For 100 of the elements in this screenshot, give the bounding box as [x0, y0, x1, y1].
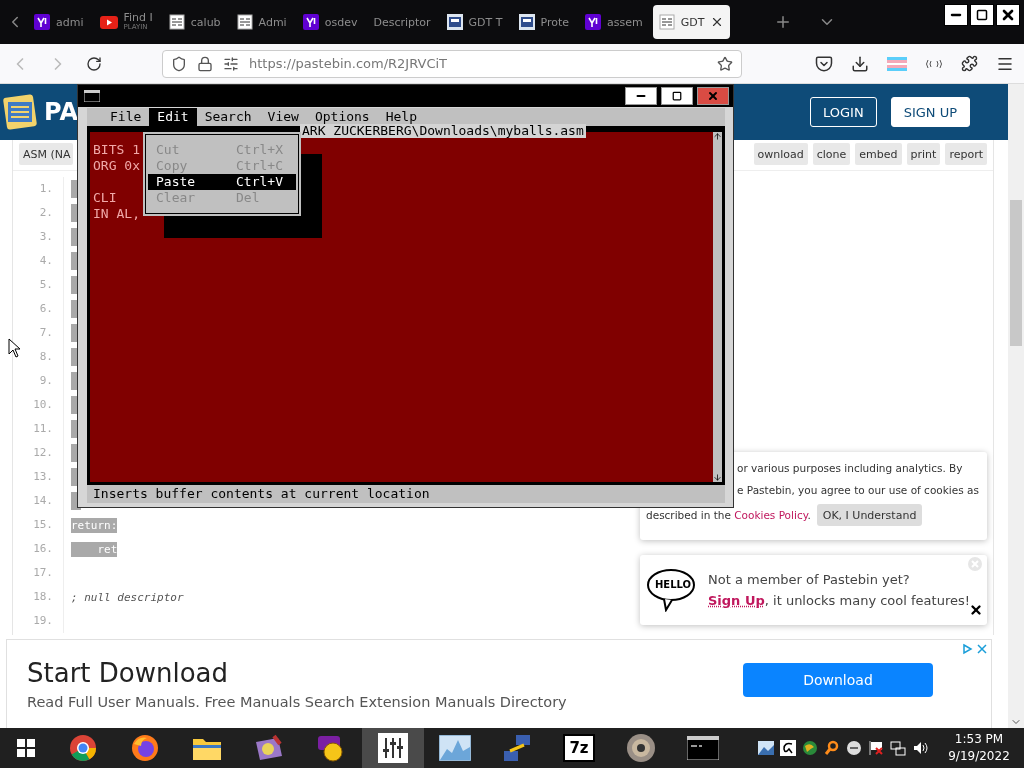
cookie-text: e Pastebin, you agree to our use of cookies as	[737, 483, 979, 498]
paste-action-button[interactable]: ownload	[753, 143, 808, 165]
prompt-text: Sign Up, it unlocks many cool features!	[708, 593, 970, 608]
menu-item[interactable]: Paste Ctrl+V	[148, 174, 296, 190]
maximize-button[interactable]	[970, 4, 994, 26]
syntax-button[interactable]: ASM (NA	[19, 143, 73, 165]
download-button[interactable]: Download	[743, 663, 933, 697]
windows-logo-icon	[17, 739, 35, 757]
image-icon[interactable]	[758, 741, 774, 755]
code-text: return:	[71, 517, 118, 533]
permissions-icon[interactable]	[223, 55, 239, 72]
download-icon[interactable]	[851, 54, 869, 73]
browser-tab[interactable]: Prote	[512, 5, 576, 39]
line-number: 6.	[13, 297, 64, 321]
flag-icon[interactable]	[868, 740, 884, 756]
code-line: ORG 0x	[93, 158, 140, 173]
paste-action-button[interactable]: print	[906, 143, 941, 165]
prompt-title: Not a member of Pastebin yet?	[708, 572, 911, 587]
puzzle-icon[interactable]	[961, 55, 978, 72]
menu-item[interactable]: View	[259, 108, 307, 126]
network-icon[interactable]	[890, 740, 906, 756]
minimize-button[interactable]	[944, 4, 968, 26]
scroll-down-icon[interactable]	[713, 473, 722, 482]
pocket-icon[interactable]	[815, 54, 833, 73]
address-field[interactable]: https://pastebin.com/R2JRVCiT	[162, 49, 742, 78]
menu-item[interactable]: File	[102, 108, 150, 126]
menu-item[interactable]: Search	[196, 108, 260, 126]
minimize-button[interactable]	[625, 87, 657, 105]
scroll-thumb[interactable]	[1010, 200, 1022, 346]
app-icon	[585, 14, 602, 30]
line-number: 1.	[13, 177, 64, 201]
close-button[interactable]	[697, 87, 729, 105]
messenger-icon	[316, 734, 346, 762]
paste-action-button[interactable]: embed	[855, 143, 902, 165]
line-number: 19.	[13, 609, 64, 633]
line-number: 10.	[13, 393, 64, 417]
login-button[interactable]: LOGIN	[809, 97, 877, 127]
close-button[interactable]	[996, 4, 1020, 26]
line-number: 4.	[13, 249, 64, 273]
ad-text: Read Full User Manuals. Free Manuals Search Extension Manuals Directory	[27, 694, 568, 710]
browser-tab[interactable]: Descriptor	[367, 5, 437, 39]
browser-tab[interactable]: admi	[28, 5, 90, 39]
shield-icon[interactable]	[171, 55, 187, 72]
app-icon	[302, 14, 319, 30]
browser-icon	[131, 734, 159, 762]
maximize-button[interactable]	[661, 87, 693, 105]
paint-icon	[254, 734, 284, 762]
menu-item[interactable]: Options	[306, 108, 378, 126]
browser-tab[interactable]: GDT T	[440, 5, 509, 39]
image-icon	[446, 14, 463, 30]
alpha-icon[interactable]	[780, 740, 796, 756]
lock-icon[interactable]	[197, 55, 213, 72]
ad-choices-icon[interactable]	[961, 642, 989, 656]
close-icon[interactable]	[969, 603, 983, 617]
sign-up-link[interactable]: Sign Up	[708, 593, 765, 608]
paste-action-button[interactable]: report	[945, 143, 987, 165]
star-icon[interactable]	[717, 55, 733, 72]
site-logo[interactable]: PA	[44, 98, 78, 126]
browser-tab[interactable]: assem	[579, 5, 649, 39]
scrollbar[interactable]	[713, 132, 722, 482]
menu-item[interactable]: Edit	[149, 108, 197, 126]
globe-icon[interactable]	[802, 740, 818, 756]
browser-tab[interactable]: calub	[162, 5, 227, 39]
sign-up-button[interactable]: SIGN UP	[890, 97, 970, 127]
code-line: IN AL,	[93, 206, 140, 221]
menu-item[interactable]: Help	[377, 108, 425, 126]
scroll-up-icon[interactable]	[713, 132, 722, 141]
line-number: 5.	[13, 273, 64, 297]
network-icon	[502, 733, 532, 763]
cookie-text: or various purposes including analytics. By	[737, 461, 963, 476]
status-text: Inserts buffer contents at current location	[93, 486, 430, 501]
cursor-icon	[8, 338, 22, 358]
line-number: 15.	[13, 513, 64, 537]
close-icon	[1000, 7, 1016, 23]
extension-icon[interactable]	[925, 58, 943, 69]
ad-title: Start Download	[27, 658, 230, 688]
minus-circle-icon[interactable]	[846, 740, 862, 756]
code-comment: ; null descriptor	[71, 589, 184, 605]
paste-action-button[interactable]: clone	[812, 143, 851, 165]
terminal-icon	[687, 736, 719, 760]
speaker-icon[interactable]	[912, 740, 928, 756]
browser-tab[interactable]: osdev	[296, 5, 364, 39]
line-number: 2.	[13, 201, 64, 225]
browser-tab[interactable]: Admi	[230, 5, 293, 39]
search-icon[interactable]	[824, 740, 840, 756]
scrollbar[interactable]	[1008, 84, 1024, 728]
reload-icon[interactable]	[86, 55, 102, 72]
browser-tab[interactable]: GDT	[652, 5, 731, 39]
taskbar-app[interactable]	[362, 728, 424, 768]
sliders-icon	[378, 733, 408, 763]
taskbar-app[interactable]: 7z	[548, 728, 610, 768]
play-icon	[99, 15, 118, 29]
line-number: 11.	[13, 417, 64, 441]
disc-icon	[626, 733, 656, 763]
chart-icon	[439, 735, 471, 761]
code-line: CLI	[93, 190, 117, 205]
code-line: BITS 1	[93, 142, 140, 157]
accept-button[interactable]: OK, I Understand	[816, 504, 923, 526]
clock[interactable]: 1:53 PM 9/19/2022	[934, 731, 1024, 765]
line-number: 17.	[13, 561, 64, 585]
